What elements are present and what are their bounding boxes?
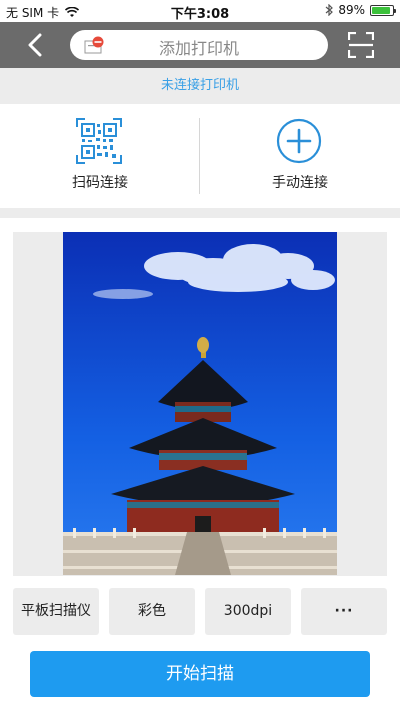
scan-source-button[interactable]: 平板扫描仪 (13, 588, 99, 635)
scan-options: 平板扫描仪 彩色 300dpi ··· (13, 588, 387, 635)
add-circle-icon (276, 118, 322, 164)
status-bar: 无 SIM 卡 下午3:08 89% (0, 0, 400, 22)
resolution-button[interactable]: 300dpi (205, 588, 291, 635)
battery-percent: 89% (338, 3, 365, 17)
qr-connect-label: 扫码连接 (72, 175, 128, 191)
qr-connect-option[interactable]: 扫码连接 (0, 104, 200, 208)
chevron-left-icon (28, 33, 42, 57)
more-options-button[interactable]: ··· (301, 588, 387, 635)
scan-button[interactable] (347, 31, 375, 59)
preview-image (63, 232, 337, 575)
manual-connect-label: 手动连接 (272, 175, 328, 191)
printer-search-field[interactable]: 添加打印机 (70, 30, 328, 60)
connect-panel: 扫码连接 手动连接 (0, 104, 400, 208)
connection-status[interactable]: 未连接打印机 (0, 68, 400, 104)
scan-frame-icon (347, 31, 375, 59)
start-scan-button[interactable]: 开始扫描 (30, 651, 370, 697)
bluetooth-icon (325, 4, 334, 16)
color-mode-button[interactable]: 彩色 (109, 588, 195, 635)
printer-search-label: 添加打印机 (158, 39, 239, 58)
section-separator (0, 208, 400, 218)
nav-bar: 添加打印机 (0, 22, 400, 68)
back-button[interactable] (20, 30, 50, 60)
temple-photo (63, 232, 337, 575)
battery-fill (372, 6, 390, 14)
battery-icon (370, 4, 396, 16)
scan-preview (13, 232, 387, 576)
manual-connect-option[interactable]: 手动连接 (200, 104, 400, 208)
status-right: 89% (325, 3, 396, 17)
qr-code-icon (76, 118, 122, 164)
